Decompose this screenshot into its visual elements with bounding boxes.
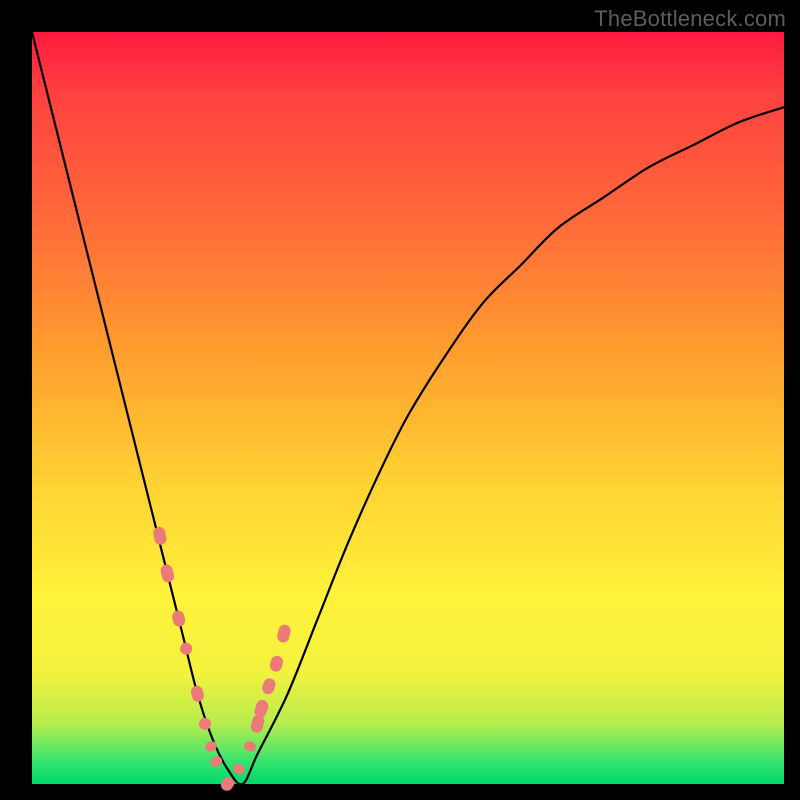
highlight-marker <box>198 716 213 731</box>
highlight-marker <box>190 685 206 703</box>
highlight-marker <box>152 526 167 546</box>
highlight-marker <box>276 623 292 643</box>
marker-group <box>152 526 292 793</box>
highlight-marker <box>159 563 175 583</box>
highlight-marker <box>204 740 219 753</box>
highlight-marker <box>231 762 246 776</box>
highlight-marker <box>243 740 258 753</box>
watermark-text: TheBottleneck.com <box>594 6 786 32</box>
bottleneck-curve-line <box>32 32 784 784</box>
highlight-marker <box>171 609 187 627</box>
plot-area <box>32 32 784 784</box>
curve-svg <box>32 32 784 784</box>
highlight-marker <box>179 641 194 656</box>
highlight-marker <box>209 754 224 768</box>
highlight-marker <box>269 654 285 672</box>
highlight-marker <box>261 677 277 696</box>
chart-frame: TheBottleneck.com <box>0 0 800 800</box>
